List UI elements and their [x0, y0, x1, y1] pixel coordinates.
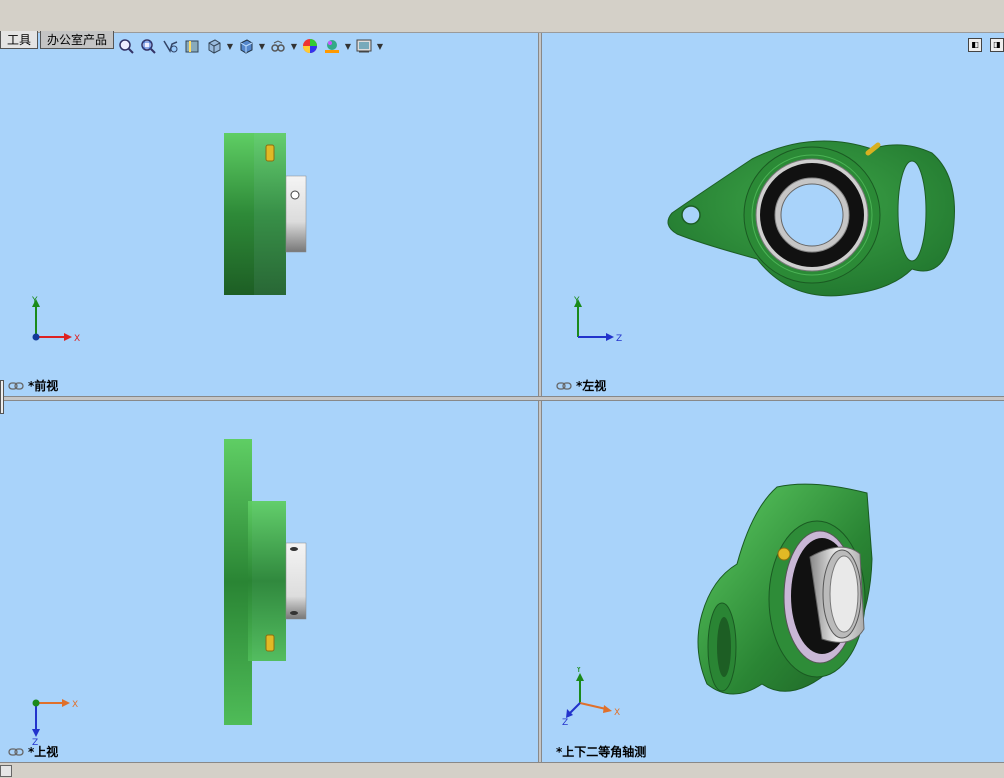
link-icon — [8, 747, 24, 756]
previous-view-button[interactable] — [159, 36, 181, 56]
viewport-splitter-horizontal[interactable] — [0, 396, 1004, 401]
tab-tools[interactable]: 工具 — [0, 31, 39, 49]
view-settings-dropdown[interactable]: ▼ — [375, 36, 385, 56]
view-name: *左视 — [576, 379, 607, 393]
restore-viewport-button[interactable]: ◧ — [968, 38, 982, 52]
zoom-area-icon — [141, 39, 156, 54]
apply-scene-dropdown[interactable]: ▼ — [343, 36, 353, 56]
svg-text:Z: Z — [616, 334, 622, 344]
section-view-icon — [185, 40, 199, 53]
edit-appearance-icon — [303, 39, 317, 53]
bearing-part-left-view — [667, 140, 955, 297]
svg-text:X: X — [74, 334, 80, 344]
view-label-top: *上视 — [8, 743, 58, 760]
heads-up-view-toolbar: ▼ ▼ ▼ ▼ ▼ — [115, 36, 385, 56]
coordinate-triad-isometric: Y X Z — [562, 667, 620, 727]
display-style-button[interactable] — [235, 36, 257, 56]
view-orientation-icon — [208, 39, 221, 54]
view-name: *上下二等角轴测 — [556, 745, 647, 759]
viewport-corner-buttons: ◧ ◨ — [968, 38, 1004, 52]
bearing-part-top-view — [224, 439, 307, 725]
command-manager-tabs: 工具 办公室产品 — [0, 31, 116, 53]
viewport-front[interactable]: Y X *前视 — [0, 33, 538, 396]
hide-show-items-dropdown[interactable]: ▼ — [289, 36, 299, 56]
chevron-down-icon: ▼ — [258, 41, 266, 51]
bearing-part-front-view — [224, 133, 307, 295]
svg-text:X: X — [72, 700, 78, 710]
bottom-scrollbar — [0, 762, 1004, 778]
hide-show-items-icon — [271, 40, 285, 52]
view-label-front: *前视 — [8, 377, 58, 394]
maximize-viewport-button[interactable]: ◨ — [990, 38, 1004, 52]
chevron-down-icon: ▼ — [290, 41, 298, 51]
display-style-icon — [240, 39, 253, 54]
svg-text:Y: Y — [31, 296, 38, 306]
hide-show-items-button[interactable] — [267, 36, 289, 56]
link-icon — [556, 381, 572, 390]
title-bar — [0, 0, 1004, 33]
section-view-button[interactable] — [181, 36, 203, 56]
view-name: *上视 — [28, 745, 59, 759]
view-orientation-button[interactable] — [203, 36, 225, 56]
viewport-isometric[interactable]: Y X Z *上下二等角轴测 — [542, 401, 1004, 762]
zoom-to-fit-button[interactable] — [115, 36, 137, 56]
svg-text:Y: Y — [575, 667, 582, 675]
maximize-icon: ◨ — [993, 40, 1001, 49]
display-style-dropdown[interactable]: ▼ — [257, 36, 267, 56]
view-settings-icon — [356, 39, 372, 53]
restore-icon: ◧ — [971, 40, 979, 49]
tab-office-products[interactable]: 办公室产品 — [40, 31, 115, 49]
edit-appearance-button[interactable] — [299, 36, 321, 56]
view-name: *前视 — [28, 379, 59, 393]
chevron-down-icon: ▼ — [226, 41, 234, 51]
chevron-down-icon: ▼ — [344, 41, 352, 51]
coordinate-triad-top: Z X — [32, 699, 78, 745]
apply-scene-button[interactable] — [321, 36, 343, 56]
coordinate-triad-front: Y X — [31, 296, 80, 344]
svg-text:X: X — [614, 708, 620, 718]
scrollbar-handle[interactable] — [0, 765, 12, 777]
svg-text:Z: Z — [562, 718, 568, 727]
viewport-top[interactable]: Z X *上视 — [0, 401, 538, 762]
zoom-to-fit-icon — [119, 39, 134, 54]
svg-text:Y: Y — [573, 296, 580, 306]
view-label-isometric: *上下二等角轴测 — [556, 743, 646, 760]
feature-manager-flyout-handle[interactable] — [0, 380, 4, 414]
coordinate-triad-left: Y Z — [573, 296, 622, 344]
chevron-down-icon: ▼ — [376, 41, 384, 51]
link-icon — [8, 381, 24, 390]
view-label-left: *左视 — [556, 377, 606, 394]
bearing-part-isometric-view — [697, 483, 873, 695]
apply-scene-icon — [325, 40, 339, 53]
view-orientation-dropdown[interactable]: ▼ — [225, 36, 235, 56]
viewport-left[interactable]: Y Z *左视 — [542, 33, 1004, 396]
previous-view-icon — [163, 40, 178, 53]
zoom-area-button[interactable] — [137, 36, 159, 56]
view-settings-button[interactable] — [353, 36, 375, 56]
